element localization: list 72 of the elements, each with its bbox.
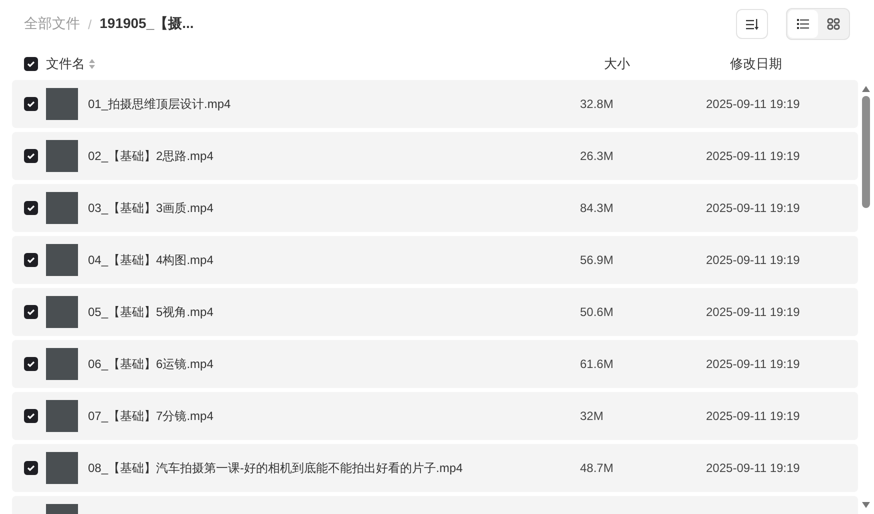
- checkmark-icon: [27, 464, 35, 472]
- grid-view-icon: [826, 18, 840, 30]
- column-header[interactable]: 大小: [604, 56, 630, 71]
- breadcrumb-item[interactable]: 191905_【摄...: [100, 15, 194, 33]
- checkmark-icon: [27, 152, 35, 160]
- checkbox[interactable]: [24, 305, 38, 319]
- modified-date: 2025-09-11 19:19: [706, 409, 800, 423]
- list-view-button[interactable]: [788, 10, 818, 38]
- checkmark-icon: [27, 60, 35, 68]
- modified-date: 2025-09-11 19:19: [706, 357, 800, 371]
- sort-icon: [89, 59, 95, 69]
- file-size: 61.6M: [580, 357, 614, 371]
- breadcrumb-separator: /: [88, 16, 92, 32]
- video-thumbnail: [46, 348, 78, 380]
- checkbox[interactable]: [24, 253, 38, 267]
- video-thumbnail: [46, 244, 78, 276]
- checkmark-icon: [27, 412, 35, 420]
- file-row[interactable]: 08_【基础】汽车拍摄第一课-好的相机到底能不能拍出好看的片子.mp4 48.7M 2025-09-11 19:19: [12, 444, 858, 492]
- file-name: 04_【基础】4构图.mp4: [88, 252, 214, 266]
- file-size: 32.8M: [580, 97, 614, 111]
- modified-date: 2025-09-11 19:19: [706, 461, 800, 475]
- checkmark-icon: [27, 308, 35, 316]
- video-thumbnail: [46, 140, 78, 172]
- scroll-down-icon[interactable]: [862, 502, 870, 508]
- video-thumbnail: [46, 400, 78, 432]
- video-thumbnail: [46, 192, 78, 224]
- file-name: 03_【基础】3画质.mp4: [88, 200, 214, 214]
- file-size: 26.3M: [580, 149, 614, 163]
- file-row[interactable]: 05_【基础】5视角.mp4 50.6M 2025-09-11 19:19: [12, 288, 858, 336]
- modified-date: 2025-09-11 19:19: [706, 97, 800, 111]
- sort-lines-icon: [746, 18, 758, 30]
- file-name: 02_【基础】2思路.mp4: [88, 148, 214, 162]
- checkmark-icon: [27, 360, 35, 368]
- video-thumbnail: [46, 452, 78, 484]
- checkbox[interactable]: [24, 201, 38, 215]
- video-thumbnail: [46, 88, 78, 120]
- checkmark-icon: [27, 100, 35, 108]
- video-thumbnail: [46, 296, 78, 328]
- list-view-icon: [797, 19, 809, 29]
- file-name: 01_拍摄思维顶层设计.mp4: [88, 96, 231, 110]
- scroll-up-icon[interactable]: [862, 86, 870, 92]
- file-row[interactable]: 01_拍摄思维顶层设计.mp4 32.8M 2025-09-11 19:19: [12, 80, 858, 128]
- file-name: 06_【基础】6运镜.mp4: [88, 356, 214, 370]
- modified-date: 2025-09-11 19:19: [706, 305, 800, 319]
- file-row[interactable]: 06_【基础】6运镜.mp4 61.6M 2025-09-11 19:19: [12, 340, 858, 388]
- modified-date: 2025-09-11 19:19: [706, 201, 800, 215]
- checkbox[interactable]: [24, 149, 38, 163]
- checkmark-icon: [27, 256, 35, 264]
- sort-button[interactable]: [736, 9, 768, 39]
- checkbox[interactable]: [24, 461, 38, 475]
- file-row[interactable]: 07_【基础】7分镜.mp4 32M 2025-09-11 19:19: [12, 392, 858, 440]
- checkbox[interactable]: [24, 409, 38, 423]
- file-name: 08_【基础】汽车拍摄第一课-好的相机到底能不能拍出好看的片子.mp4: [88, 460, 463, 474]
- checkmark-icon: [27, 204, 35, 212]
- column-header[interactable]: 修改日期: [730, 56, 782, 71]
- file-name: 07_【基础】7分镜.mp4: [88, 408, 214, 422]
- modified-date: 2025-09-11 19:19: [706, 149, 800, 163]
- file-row[interactable]: 02_【基础】2思路.mp4 26.3M 2025-09-11 19:19: [12, 132, 858, 180]
- checkbox[interactable]: [24, 57, 38, 71]
- checkbox[interactable]: [24, 357, 38, 371]
- file-name: 05_【基础】5视角.mp4: [88, 304, 214, 318]
- checkbox[interactable]: [24, 97, 38, 111]
- file-row[interactable]: 03_【基础】3画质.mp4 84.3M 2025-09-11 19:19: [12, 184, 858, 232]
- file-size: 48.7M: [580, 461, 614, 475]
- file-size: 84.3M: [580, 201, 614, 215]
- column-header[interactable]: 文件名: [46, 55, 85, 73]
- modified-date: 2025-09-11 19:19: [706, 253, 800, 267]
- file-size: 32M: [580, 409, 604, 423]
- scrollbar-thumb[interactable]: [862, 96, 870, 208]
- file-row[interactable]: 04_【基础】4构图.mp4 56.9M 2025-09-11 19:19: [12, 236, 858, 284]
- file-size: 50.6M: [580, 305, 614, 319]
- file-size: 56.9M: [580, 253, 614, 267]
